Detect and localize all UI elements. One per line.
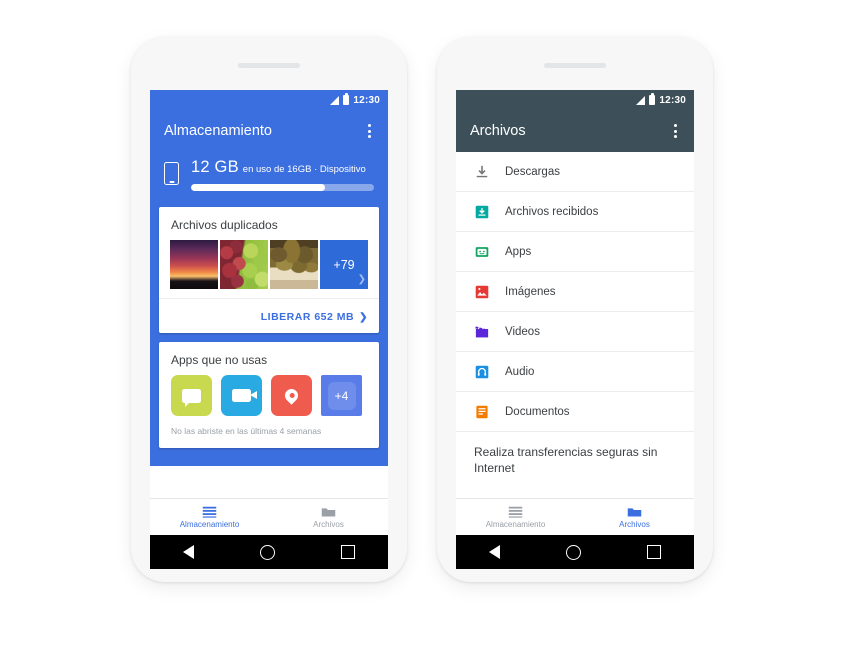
phone-screen-storage: 12:30 Almacenamiento 12 GB en uso de 16GB… [150, 90, 388, 535]
list-item-label: Descargas [505, 165, 560, 178]
page-title: Archivos [470, 123, 526, 139]
recents-square-icon[interactable] [647, 545, 661, 559]
unused-apps-note: No las abriste en las últimas 4 semanas [171, 426, 322, 436]
list-item-label: Audio [505, 365, 535, 378]
phone-icon [164, 162, 179, 185]
status-time: 12:30 [659, 94, 686, 106]
chat-app-icon[interactable] [171, 375, 212, 416]
status-time: 12:30 [353, 94, 380, 106]
more-apps-badge[interactable]: +4 [321, 375, 362, 416]
list-item-label: Imágenes [505, 285, 556, 298]
overflow-menu-icon[interactable] [360, 121, 378, 141]
overflow-menu-icon[interactable] [666, 121, 684, 141]
more-duplicates-count: +79 [333, 257, 355, 272]
list-item-label: Videos [505, 325, 540, 338]
tab-label: Archivos [313, 519, 344, 529]
signal-icon [330, 95, 340, 105]
free-space-action[interactable]: LIBERAR 652 MB ❯ [159, 298, 379, 333]
unused-apps-card[interactable]: Apps que no usas +4 No las abriste en la… [159, 342, 379, 448]
status-bar-right: 12:30 [456, 90, 694, 110]
card-title: Archivos duplicados [171, 218, 278, 232]
storage-list-icon [508, 506, 523, 518]
free-space-label: LIBERAR 652 MB [260, 311, 355, 323]
storage-header-pane: 12:30 Almacenamiento 12 GB en uso de 16GB… [150, 90, 388, 207]
battery-icon [343, 93, 350, 105]
unused-apps-icons: +4 [159, 375, 379, 416]
storage-progress-fill [191, 184, 325, 191]
back-triangle-icon[interactable] [489, 545, 500, 559]
file-categories-list: Descargas Archivos recibidos Apps Imágen… [456, 152, 694, 477]
video-app-icon[interactable] [221, 375, 262, 416]
document-icon [474, 404, 490, 420]
earpiece-speaker [238, 63, 300, 68]
android-apps-icon [474, 244, 490, 260]
list-item-audio[interactable]: Audio [456, 352, 694, 392]
list-item-apps[interactable]: Apps [456, 232, 694, 272]
home-circle-icon[interactable] [566, 544, 581, 560]
android-nav-bar-right [456, 535, 694, 569]
app-bar-files: Archivos [456, 110, 694, 152]
earpiece-speaker [544, 63, 606, 68]
list-item-archivos-recibidos[interactable]: Archivos recibidos [456, 192, 694, 232]
tab-archivos[interactable]: Archivos [575, 499, 694, 535]
folder-icon [321, 507, 336, 516]
card-title: Apps que no usas [171, 353, 268, 367]
bottom-tab-bar-right: Almacenamiento Archivos [456, 498, 694, 535]
app-bar-storage: Almacenamiento [150, 110, 388, 152]
tab-label: Almacenamiento [179, 519, 240, 529]
screenshot-canvas: 12:30 Almacenamiento 12 GB en uso de 16GB… [0, 0, 866, 650]
files-header-pane: 12:30 Archivos [456, 90, 694, 152]
list-item-descargas[interactable]: Descargas [456, 152, 694, 192]
chevron-right-icon: ❯ [357, 274, 366, 285]
list-item-imagenes[interactable]: Imágenes [456, 272, 694, 312]
status-bar-left: 12:30 [150, 90, 388, 110]
promo-banner-text: Realiza transferencias seguras sin Inter… [474, 445, 658, 476]
android-nav-bar-left [150, 535, 388, 569]
home-circle-icon[interactable] [260, 544, 275, 560]
video-clapper-icon [474, 324, 490, 340]
list-item-videos[interactable]: Videos [456, 312, 694, 352]
list-item-label: Documentos [505, 405, 570, 418]
list-item-label: Archivos recibidos [505, 205, 599, 218]
more-duplicates-badge[interactable]: +79 ❯ [320, 240, 368, 289]
bottom-tab-bar-left: Almacenamiento Archivos [150, 498, 388, 535]
inbox-icon [474, 204, 490, 220]
storage-cards-area: Archivos duplicados +79 ❯ LIBERAR 652 MB… [150, 207, 388, 466]
more-apps-count: +4 [334, 388, 349, 403]
storage-list-icon [202, 506, 217, 518]
duplicate-thumbnails: +79 ❯ [159, 240, 379, 289]
page-title: Almacenamiento [164, 123, 272, 139]
sunset-photo[interactable] [170, 240, 218, 289]
folder-icon [627, 507, 642, 516]
back-triangle-icon[interactable] [183, 545, 194, 559]
image-icon [474, 284, 490, 300]
phone-screen-files: 12:30 Archivos Descargas Archivos recibi… [456, 90, 694, 535]
tab-archivos[interactable]: Archivos [269, 499, 388, 535]
storage-amount: 12 GB [191, 158, 239, 176]
recents-square-icon[interactable] [341, 545, 355, 559]
duplicate-files-card[interactable]: Archivos duplicados +79 ❯ LIBERAR 652 MB… [159, 207, 379, 333]
figs-photo[interactable] [270, 240, 318, 289]
tab-almacenamiento[interactable]: Almacenamiento [456, 499, 575, 535]
storage-detail: en uso de 16GB · Dispositivo [242, 164, 366, 175]
tab-label: Almacenamiento [485, 519, 546, 529]
download-icon [474, 164, 490, 180]
list-item-label: Apps [505, 245, 532, 258]
storage-summary: 12 GB en uso de 16GB · Dispositivo [150, 152, 388, 207]
battery-icon [649, 93, 656, 105]
phone-mockup-files: 12:30 Archivos Descargas Archivos recibi… [437, 37, 713, 582]
list-item-documentos[interactable]: Documentos [456, 392, 694, 432]
tab-label: Archivos [619, 519, 650, 529]
storage-progress-bar [191, 184, 374, 191]
storage-usage-line: 12 GB en uso de 16GB · Dispositivo [191, 158, 374, 177]
fruit-photo[interactable] [220, 240, 268, 289]
chevron-right-icon: ❯ [359, 312, 368, 323]
signal-icon [636, 95, 646, 105]
phone-mockup-storage: 12:30 Almacenamiento 12 GB en uso de 16GB… [131, 37, 407, 582]
headphones-icon [474, 364, 490, 380]
maps-app-icon[interactable] [271, 375, 312, 416]
tab-almacenamiento[interactable]: Almacenamiento [150, 499, 269, 535]
